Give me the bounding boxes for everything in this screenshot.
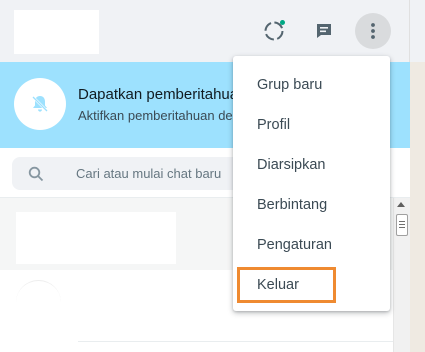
bell-badge [14, 78, 66, 130]
scroll-thumb[interactable] [396, 214, 408, 236]
scroll-up-arrow-icon[interactable] [397, 202, 405, 207]
conversation-header-edge [410, 0, 425, 62]
chat-avatar [16, 280, 61, 325]
kebab-menu-icon [371, 23, 375, 39]
new-chat-button[interactable] [306, 13, 342, 49]
profile-avatar[interactable] [14, 10, 99, 54]
row-divider [78, 341, 393, 342]
menu-item-new-group[interactable]: Grup baru [233, 65, 390, 105]
menu-button[interactable] [355, 13, 391, 49]
main-menu-dropdown: Grup baru Profil Diarsipkan Berbintang P… [233, 56, 390, 311]
menu-item-starred[interactable]: Berbintang [233, 185, 390, 225]
menu-item-settings[interactable]: Pengaturan [233, 225, 390, 265]
chat-list-scrollbar[interactable] [393, 198, 410, 352]
menu-item-archived[interactable]: Diarsipkan [233, 145, 390, 185]
logout-highlight-box [237, 267, 336, 303]
banner-title: Dapatkan pemberitahuan [78, 86, 247, 103]
search-icon[interactable] [28, 166, 44, 187]
status-unread-dot [280, 20, 285, 25]
status-button[interactable] [256, 13, 292, 49]
menu-item-profile[interactable]: Profil [233, 105, 390, 145]
menu-item-logout[interactable]: Keluar [233, 265, 390, 305]
new-chat-icon [317, 24, 331, 38]
sidebar-header [0, 0, 410, 62]
bell-off-icon [32, 96, 48, 112]
redacted-chat-content [16, 212, 176, 264]
